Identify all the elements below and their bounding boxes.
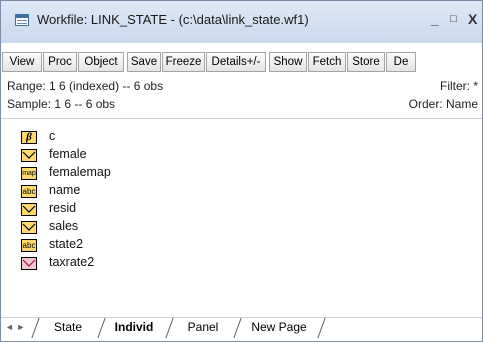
valmap-icon: map [21, 167, 37, 180]
proc-button[interactable]: Proc [43, 52, 77, 72]
store-button[interactable]: Store [347, 52, 385, 72]
coef-icon: β [21, 131, 37, 144]
filter-text[interactable]: Filter: * [440, 79, 478, 93]
divider [1, 118, 482, 119]
workfile-info: Range: 1 6 (indexed) -- 6 obs Sample: 1 … [1, 79, 482, 115]
list-item[interactable]: resid [21, 201, 221, 217]
object-name: c [49, 129, 56, 143]
save-button[interactable]: Save [127, 52, 161, 72]
list-item[interactable]: map femalemap [21, 165, 221, 181]
list-item[interactable]: abc name [21, 183, 221, 199]
view-button[interactable]: View [2, 52, 42, 72]
object-name: state2 [49, 237, 84, 251]
list-item[interactable]: β c [21, 129, 221, 145]
order-text[interactable]: Order: Name [409, 97, 478, 111]
object-name: female [49, 147, 87, 161]
tab-nav-arrows[interactable]: ◄ ► [5, 322, 25, 332]
tab-state[interactable]: State [37, 318, 99, 337]
object-name: sales [49, 219, 79, 233]
alpha-series-icon: abc [21, 185, 37, 198]
series-icon [21, 203, 37, 216]
freeze-button[interactable]: Freeze [162, 52, 205, 72]
maximize-button[interactable]: □ [450, 13, 457, 25]
list-item[interactable]: abc state2 [21, 237, 221, 253]
page-tabs: ◄ ► State Individ Panel New Page [1, 317, 482, 340]
list-item[interactable]: taxrate2 [21, 255, 221, 271]
workfile-icon [15, 14, 29, 26]
toolbar: View Proc Object Save Freeze Details+/- … [1, 52, 482, 74]
workfile-window: Workfile: LINK_STATE - (c:\data\link_sta… [0, 0, 483, 342]
show-button[interactable]: Show [269, 52, 307, 72]
object-name: femalemap [49, 165, 111, 179]
object-name: name [49, 183, 81, 197]
tab-individ[interactable]: Individ [103, 318, 165, 337]
series-icon [21, 149, 37, 162]
range-text[interactable]: Range: 1 6 (indexed) -- 6 obs [7, 79, 163, 93]
object-button[interactable]: Object [78, 52, 124, 72]
tab-new-page[interactable]: New Page [239, 318, 319, 337]
series-icon [21, 221, 37, 234]
list-item[interactable]: sales [21, 219, 221, 235]
delete-button[interactable]: De [386, 52, 416, 72]
minimize-button[interactable]: _ [431, 11, 439, 27]
object-name: taxrate2 [49, 255, 95, 269]
title-bar[interactable]: Workfile: LINK_STATE - (c:\data\link_sta… [1, 1, 482, 43]
fetch-button[interactable]: Fetch [308, 52, 346, 72]
sample-text[interactable]: Sample: 1 6 -- 6 obs [7, 97, 115, 111]
object-name: resid [49, 201, 77, 215]
alpha-series-icon: abc [21, 239, 37, 252]
close-button[interactable]: X [468, 11, 477, 27]
details-button[interactable]: Details+/- [206, 52, 266, 72]
list-item[interactable]: female [21, 147, 221, 163]
window-title: Workfile: LINK_STATE - (c:\data\link_sta… [37, 12, 309, 27]
tab-panel[interactable]: Panel [171, 318, 235, 337]
link-series-icon [21, 257, 37, 270]
